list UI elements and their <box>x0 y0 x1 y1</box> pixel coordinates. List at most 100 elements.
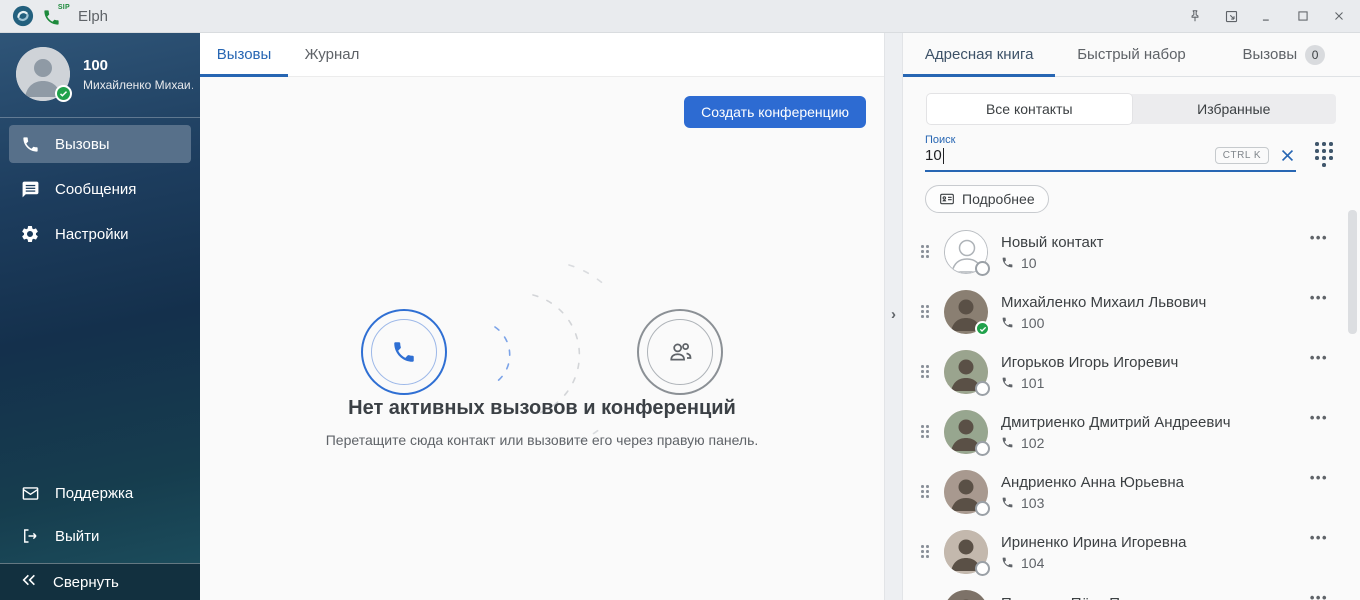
contact-list-item[interactable]: Андриенко Анна Юрьевна 103 ••• <box>903 462 1360 522</box>
tab-label: Вызовы <box>217 46 272 63</box>
segment-favorites[interactable]: Избранные <box>1132 94 1337 124</box>
contact-number-row: 101 <box>1001 375 1360 391</box>
user-profile[interactable]: 100 Михайленко Михаи… <box>0 33 200 118</box>
contact-avatar[interactable] <box>944 590 988 600</box>
contact-name: Петренко Пётр Петрович <box>1001 595 1360 600</box>
close-icon[interactable] <box>1330 7 1348 25</box>
phone-icon <box>1001 496 1014 509</box>
contacts-filter-segmented: Все контакты Избранные <box>927 94 1336 124</box>
tab-journal[interactable]: Журнал <box>288 33 376 76</box>
contact-status-icon <box>975 321 990 336</box>
text-caret <box>943 148 944 164</box>
popout-icon[interactable] <box>1222 7 1240 25</box>
tab-calls-panel[interactable]: Вызовы 0 <box>1208 33 1360 76</box>
tab-address-book[interactable]: Адресная книга <box>903 33 1055 76</box>
double-chevron-left-icon <box>20 572 38 592</box>
contact-status-icon <box>975 501 990 516</box>
dialpad-icon[interactable] <box>1315 142 1334 168</box>
drag-handle-icon[interactable] <box>921 245 930 259</box>
phone-icon <box>1001 436 1014 449</box>
collapse-label: Свернуть <box>53 574 119 591</box>
sidebar-item-messages[interactable]: Сообщения <box>9 170 191 208</box>
contact-menu-icon[interactable]: ••• <box>1310 474 1328 482</box>
contact-list-item[interactable]: Ириненко Ирина Игоревна 104 ••• <box>903 522 1360 582</box>
contact-status-icon <box>975 561 990 576</box>
logout-icon <box>20 526 40 546</box>
drag-handle-icon[interactable] <box>921 305 930 319</box>
sip-phone-icon: SIP <box>42 5 68 27</box>
sidebar-item-logout[interactable]: Выйти <box>9 517 191 555</box>
contact-list-item[interactable]: Новый контакт 10 ••• <box>903 222 1360 282</box>
minimize-icon[interactable] <box>1258 7 1276 25</box>
scrollbar-thumb[interactable] <box>1348 210 1357 334</box>
contact-menu-icon[interactable]: ••• <box>1310 354 1328 362</box>
contact-number: 104 <box>1021 555 1044 571</box>
contact-number: 101 <box>1021 375 1044 391</box>
sidebar-item-label: Выйти <box>55 528 99 545</box>
details-button[interactable]: Подробнее <box>925 185 1049 213</box>
contact-list-item[interactable]: Дмитриенко Дмитрий Андреевич 102 ••• <box>903 402 1360 462</box>
sidebar-item-settings[interactable]: Настройки <box>9 215 191 253</box>
clear-search-icon[interactable] <box>1279 147 1296 164</box>
contact-avatar[interactable] <box>944 470 988 514</box>
drag-handle-icon[interactable] <box>921 485 930 499</box>
sidebar-item-calls[interactable]: Вызовы <box>9 125 191 163</box>
contact-list-item[interactable]: Михайленко Михаил Львович 100 ••• <box>903 282 1360 342</box>
panel-collapse-handle[interactable]: › <box>884 33 903 600</box>
drag-handle-icon[interactable] <box>921 545 930 559</box>
drag-handle-icon[interactable] <box>921 425 930 439</box>
contact-status-icon <box>975 441 990 456</box>
collapse-sidebar-button[interactable]: Свернуть <box>0 563 200 600</box>
contact-number-row: 10 <box>1001 255 1360 271</box>
online-status-icon <box>55 85 72 102</box>
app-window: SIP Elph <box>0 0 1360 600</box>
search-value: 10 <box>925 147 942 164</box>
contacts-list: Новый контакт 10 ••• Михайленко Михаил Л… <box>903 222 1360 600</box>
contact-name: Дмитриенко Дмитрий Андреевич <box>1001 414 1360 431</box>
tab-speed-dial[interactable]: Быстрый набор <box>1055 33 1207 76</box>
tab-label: Журнал <box>305 46 360 63</box>
empty-state-title: Нет активных вызовов и конференций <box>200 397 884 420</box>
pin-icon[interactable] <box>1186 7 1204 25</box>
main-tabbar: Вызовы Журнал <box>200 33 884 77</box>
contact-name: Андриенко Анна Юрьевна <box>1001 474 1360 491</box>
segment-all-contacts[interactable]: Все контакты <box>927 94 1132 124</box>
contact-number: 100 <box>1021 315 1044 331</box>
contact-avatar[interactable] <box>944 350 988 394</box>
main-area: Вызовы Журнал Создать конференцию <box>200 33 884 600</box>
sidebar: 100 Михайленко Михаи… Вызовы Сообщения <box>0 33 200 600</box>
right-panel-tabbar: Адресная книга Быстрый набор Вызовы 0 <box>903 33 1360 77</box>
search-input[interactable]: Поиск 10 CTRL K <box>925 134 1296 172</box>
contact-list-item[interactable]: Петренко Пётр Петрович ••• <box>903 582 1360 600</box>
gear-icon <box>20 224 40 244</box>
contact-menu-icon[interactable]: ••• <box>1310 534 1328 542</box>
sidebar-item-label: Сообщения <box>55 181 136 198</box>
contact-card-icon <box>939 191 955 207</box>
create-conference-button[interactable]: Создать конференцию <box>684 96 866 128</box>
contact-avatar[interactable] <box>944 230 988 274</box>
contact-list-item[interactable]: Игорьков Игорь Игоревич 101 ••• <box>903 342 1360 402</box>
calls-count-badge: 0 <box>1305 45 1325 65</box>
sidebar-menu: Вызовы Сообщения Настройки <box>0 125 200 253</box>
elph-logo-icon <box>12 5 34 27</box>
sip-label: SIP <box>58 4 70 11</box>
contact-name: Михайленко Михаил Львович <box>1001 294 1360 311</box>
contact-avatar[interactable] <box>944 290 988 334</box>
contact-number-row: 103 <box>1001 495 1360 511</box>
contact-avatar[interactable] <box>944 410 988 454</box>
maximize-icon[interactable] <box>1294 7 1312 25</box>
sidebar-item-label: Поддержка <box>55 485 133 502</box>
contact-menu-icon[interactable]: ••• <box>1310 414 1328 422</box>
tab-calls[interactable]: Вызовы <box>200 33 288 76</box>
contact-menu-icon[interactable]: ••• <box>1310 594 1328 600</box>
contact-menu-icon[interactable]: ••• <box>1310 294 1328 302</box>
call-circle-icon <box>361 309 447 395</box>
user-extension: 100 <box>83 57 193 74</box>
app-title: Elph <box>78 8 108 25</box>
user-avatar <box>16 47 70 101</box>
sidebar-item-support[interactable]: Поддержка <box>9 474 191 512</box>
contact-menu-icon[interactable]: ••• <box>1310 234 1328 242</box>
contact-avatar[interactable] <box>944 530 988 574</box>
calls-empty-state: Создать конференцию <box>200 77 884 600</box>
drag-handle-icon[interactable] <box>921 365 930 379</box>
